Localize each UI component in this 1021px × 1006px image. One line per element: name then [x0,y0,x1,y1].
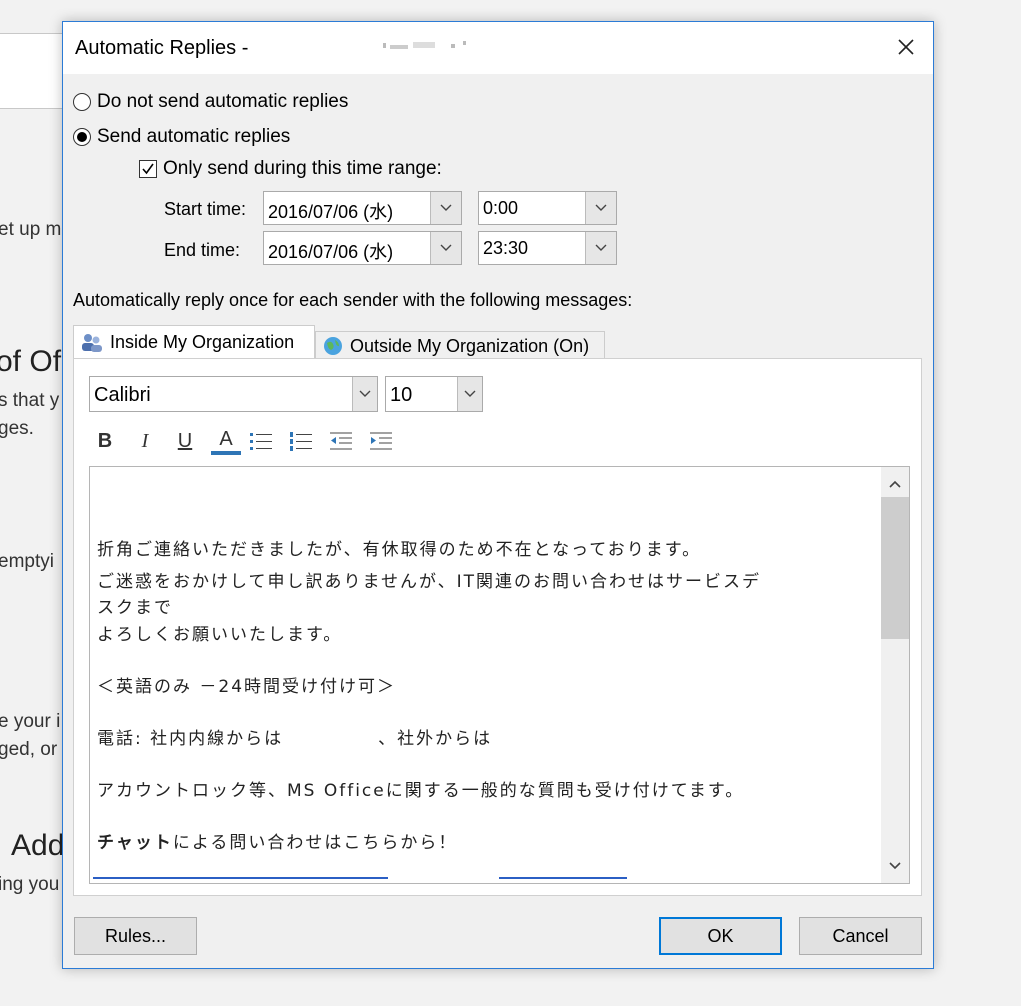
checkmark-icon [142,163,154,175]
editor-scrollbar[interactable] [881,467,909,883]
message-line: よろしくお願いいたします。 [97,625,343,645]
font-name-combo[interactable]: Calibri [89,376,378,412]
start-time-value: 0:00 [483,198,519,218]
decrease-indent-button[interactable] [326,427,356,455]
chevron-down-icon [595,244,607,251]
message-line: スクまで [97,598,173,618]
tab-outside-organization[interactable]: Outside My Organization (On) [315,331,605,361]
font-size-value: 10 [390,384,413,406]
globe-icon [324,337,342,355]
scroll-down-icon[interactable] [888,859,902,873]
start-date-dropdown[interactable] [430,192,461,224]
do-not-send-radio[interactable] [73,93,91,111]
background-text: emptyi [0,551,54,572]
message-line: アカウントロック等、MS Officeに関する一般的な質問も受け付けてます。 [97,781,745,801]
start-time-label: Start time: [164,199,247,219]
dialog-title: Automatic Replies - [75,37,249,59]
title-bar[interactable]: Automatic Replies - [63,22,933,74]
font-name-dropdown[interactable] [352,377,377,411]
background-text: s that y [0,390,60,411]
message-line: 折角ご連絡いただきましたが、有休取得のため不在となっております。 [97,540,702,560]
time-range-label: Only send during this time range: [163,158,442,179]
font-size-dropdown[interactable] [457,377,482,411]
rules-button[interactable]: Rules... [74,917,197,955]
message-panel: Calibri 10 B I U A 折角ご連絡いただきましたが、有休取得のため… [73,358,922,896]
chat-line-rest: による問い合わせはこちらから！ [172,833,458,853]
chevron-down-icon [440,204,452,211]
underline-button[interactable]: U [170,427,200,455]
font-size-combo[interactable]: 10 [385,376,483,412]
bulleted-list-icon [250,433,272,450]
end-date-value: 2016/07/06 (水) [268,242,394,262]
message-line: ご迷惑をおかけして申し訳ありませんが、IT関連のお問い合わせはサービスデ [97,572,762,592]
start-time-combo[interactable]: 0:00 [478,191,617,225]
message-link[interactable] [499,877,627,879]
redacted-name [383,41,466,49]
background-heading: Add [11,829,65,862]
numbered-list-icon [290,432,312,451]
chevron-down-icon [359,390,371,397]
italic-button[interactable]: I [130,427,160,455]
background-text: et up m [0,219,62,240]
background-text: e your i [0,711,61,732]
background-text: ges. [0,418,34,439]
send-label: Send automatic replies [97,126,291,147]
message-editor[interactable]: 折角ご連絡いただきましたが、有休取得のため不在となっております。 ご迷惑をおかけ… [89,466,910,884]
send-radio[interactable] [73,128,91,146]
message-line: チャットによる問い合わせはこちらから！ [97,828,877,853]
chat-bold-word: チャット [97,833,173,853]
end-time-value: 23:30 [483,238,529,258]
message-line: ＜英語のみ －24時間受け付け可＞ [97,677,397,697]
end-time-label: End time: [164,240,241,260]
scroll-up-icon[interactable] [888,477,902,491]
font-color-button[interactable]: A [211,427,241,455]
start-date-combo[interactable]: 2016/07/06 (水) [263,191,462,225]
start-date-value: 2016/07/06 (水) [268,202,394,222]
bullets-button[interactable] [246,427,276,455]
background-text: ing you [0,874,60,895]
close-button[interactable] [895,36,917,58]
background-text: ged, or [0,739,58,760]
scrollbar-thumb[interactable] [881,497,909,639]
bold-button[interactable]: B [90,427,120,455]
end-date-dropdown[interactable] [430,232,461,264]
message-link[interactable] [93,877,388,879]
increase-indent-button[interactable] [366,427,396,455]
background-input-box [0,33,66,109]
instruction-text: Automatically reply once for each sender… [73,290,633,310]
numbering-button[interactable] [286,427,316,455]
decrease-indent-icon [330,432,352,450]
do-not-send-option[interactable]: Do not send automatic replies [73,91,348,113]
increase-indent-icon [370,432,392,450]
chevron-down-icon [595,204,607,211]
send-option[interactable]: Send automatic replies [73,126,290,148]
tab-outside-label: Outside My Organization (On) [350,335,590,356]
automatic-replies-dialog: Automatic Replies - Do not send automati… [62,21,934,969]
tab-inside-organization[interactable]: Inside My Organization [73,325,315,359]
people-icon [82,333,102,352]
background-heading: of Of [0,345,62,378]
time-range-checkbox[interactable] [139,160,157,178]
time-range-option[interactable]: Only send during this time range: [139,158,442,180]
font-name-value: Calibri [94,384,151,406]
end-date-combo[interactable]: 2016/07/06 (水) [263,231,462,265]
end-time-dropdown[interactable] [585,232,616,264]
chevron-down-icon [464,390,476,397]
start-time-dropdown[interactable] [585,192,616,224]
ok-button[interactable]: OK [659,917,782,955]
message-line: 電話: 社内内線からは 、社外からは [97,729,493,749]
do-not-send-label: Do not send automatic replies [97,91,349,112]
chevron-down-icon [440,244,452,251]
close-icon [898,39,914,55]
cancel-button[interactable]: Cancel [799,917,922,955]
end-time-combo[interactable]: 23:30 [478,231,617,265]
tab-inside-label: Inside My Organization [110,332,295,352]
